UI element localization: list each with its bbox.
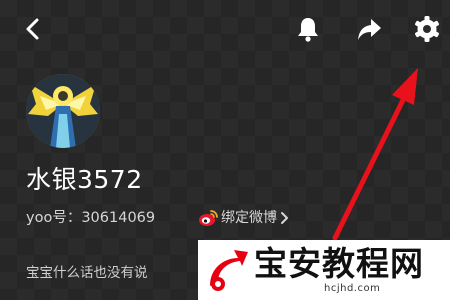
bind-weibo-link[interactable]: 绑定微博 [198, 207, 290, 229]
back-arrow-icon[interactable] [18, 14, 48, 44]
bell-icon[interactable] [293, 14, 323, 44]
yoo-id: yoo号：30614069 [26, 210, 156, 226]
bind-weibo-label: 绑定微博 [221, 210, 277, 226]
top-bar [0, 0, 450, 60]
bio-text: 宝宝什么话也没有说 [26, 265, 148, 281]
share-arrow-icon[interactable] [354, 14, 384, 44]
weibo-icon [198, 209, 218, 227]
username: 水银3572 [26, 165, 143, 194]
watermark-url: hcjhd.com [324, 283, 381, 294]
gear-icon[interactable] [412, 14, 442, 44]
watermark-banner: 宝安教程网 hcjhd.com [198, 240, 450, 300]
chevron-right-icon [280, 211, 290, 225]
watermark-title: 宝安教程网 [254, 244, 424, 283]
watermark-logo [210, 250, 248, 291]
avatar[interactable] [26, 74, 100, 148]
